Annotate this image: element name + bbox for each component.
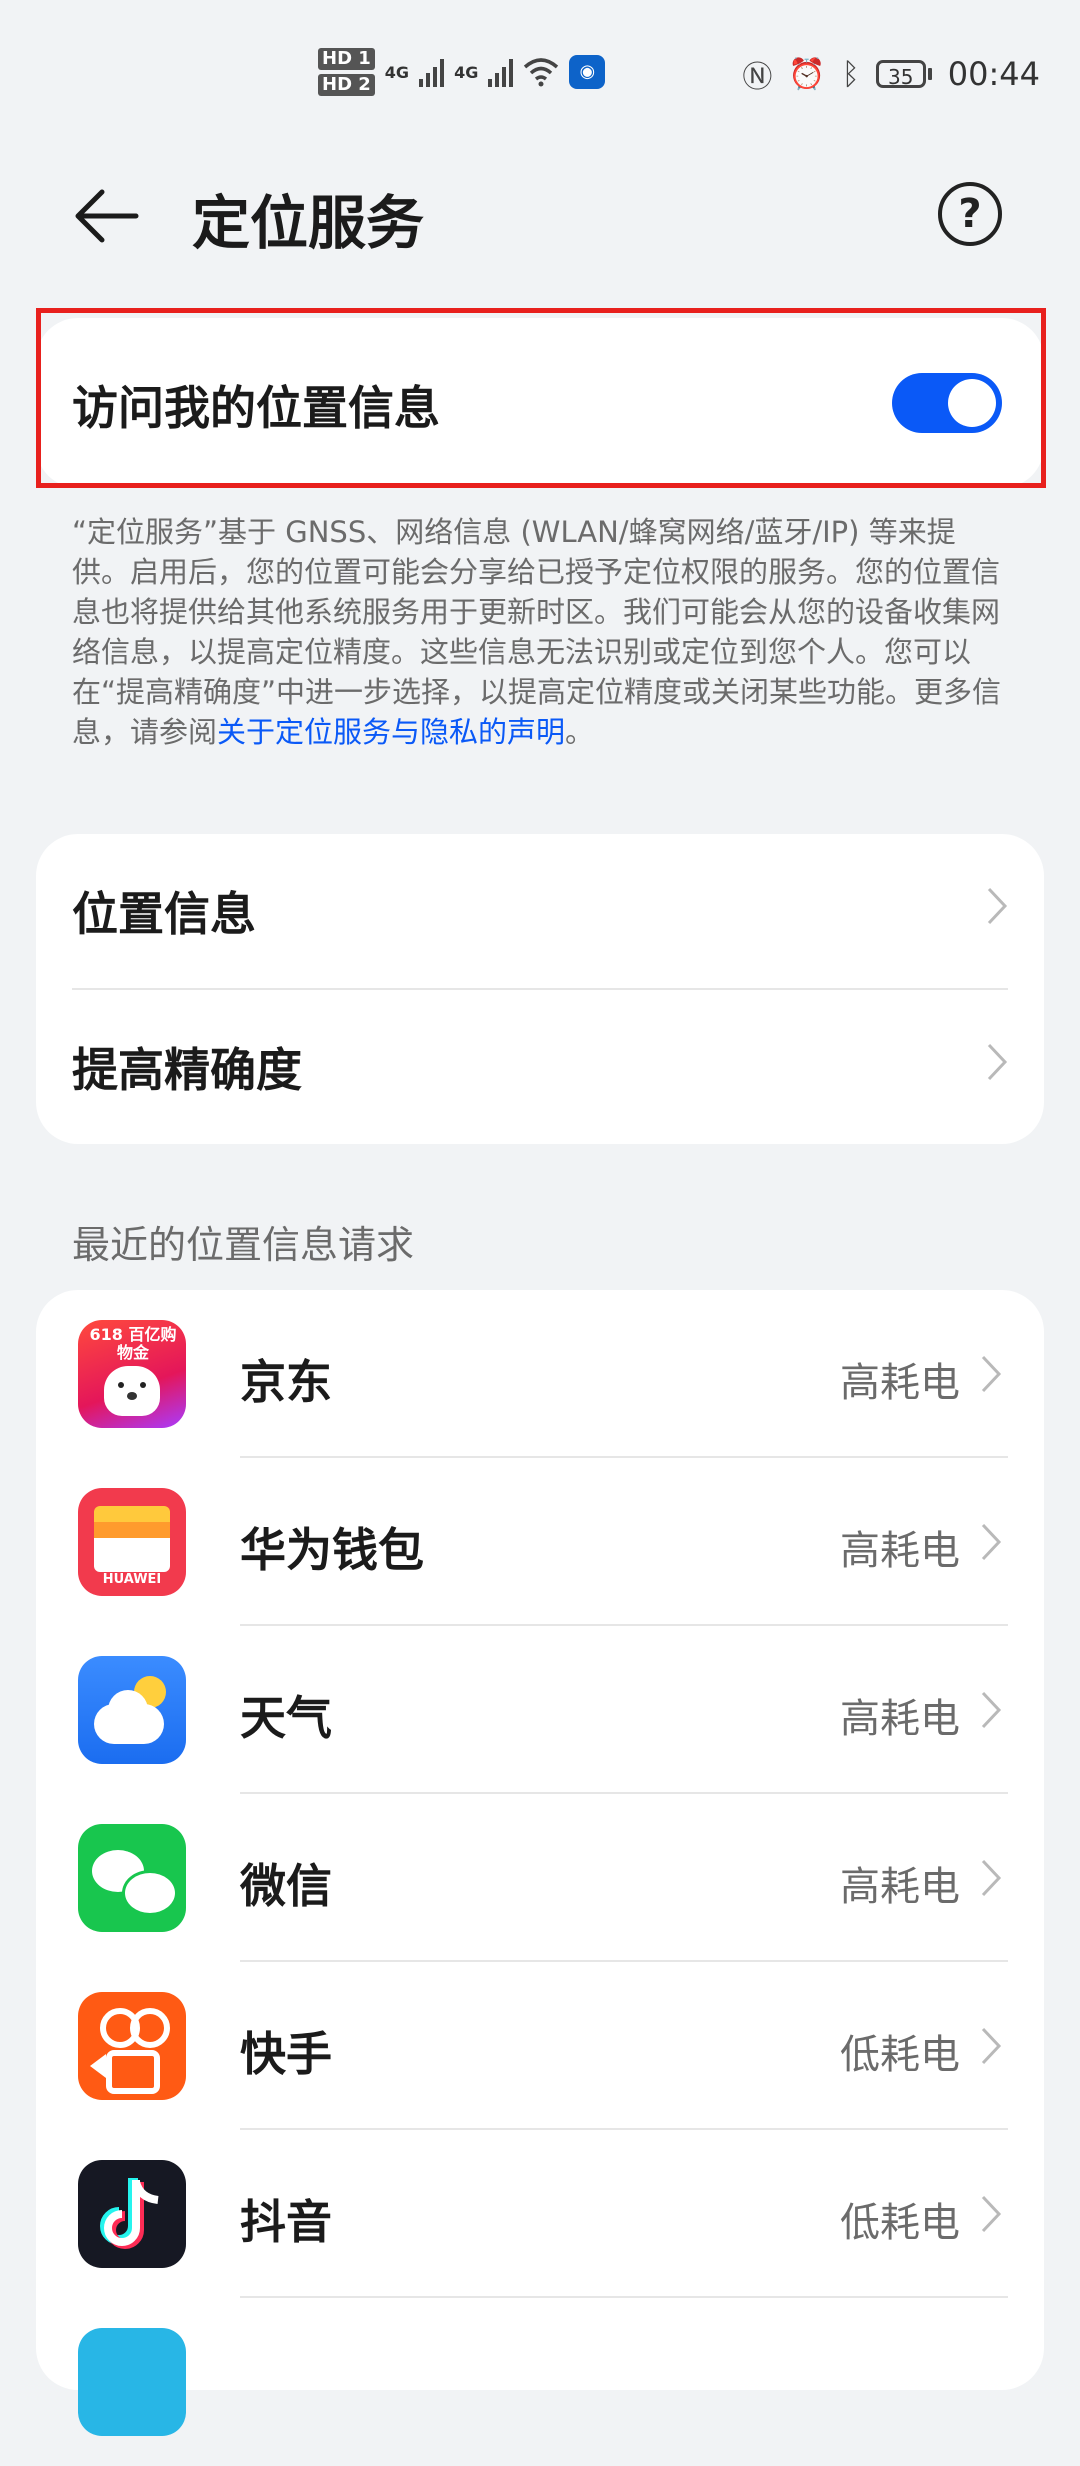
list-item[interactable]: 微信 高耗电 (36, 1794, 1044, 1962)
partial-app-icon (78, 2328, 186, 2436)
status-bar-left: HD 1 HD 2 4G 4G ◉ (318, 48, 606, 96)
chevron-right-icon (981, 2027, 1002, 2065)
chevron-right-icon (987, 1043, 1008, 1081)
power-usage: 低耗电 (840, 2200, 960, 2246)
signal-2-icon (488, 57, 514, 87)
alarm-icon: ⏰ (788, 56, 826, 92)
chevron-right-icon (981, 2195, 1002, 2233)
weather-icon (78, 1656, 186, 1764)
chevron-right-icon (987, 887, 1008, 925)
hd-indicators: HD 1 HD 2 (318, 48, 375, 96)
douyin-icon (78, 2160, 186, 2268)
help-icon[interactable]: ? (938, 182, 1002, 246)
chevron-right-icon (981, 1355, 1002, 1393)
list-item[interactable]: 快手 低耗电 (36, 1962, 1044, 2130)
kuaishou-icon (78, 1992, 186, 2100)
improve-accuracy-label: 提高精确度 (72, 1043, 302, 1097)
jd-icon: 618 百亿购物金 (78, 1320, 186, 1428)
huawei-wallet-icon: HUAWEI (78, 1488, 186, 1596)
location-description: “定位服务”基于 GNSS、网络信息 (WLAN/蜂窝网络/蓝牙/IP) 等来提… (72, 512, 1012, 752)
signal-1-icon (419, 57, 445, 87)
recent-requests-title: 最近的位置信息请求 (72, 1223, 415, 1267)
notification-app-icon: ◉ (569, 55, 606, 89)
hd1-badge: HD 1 (318, 48, 375, 70)
app-name: 抖音 (240, 2195, 332, 2249)
network-type-2: 4G (454, 62, 479, 82)
highlight-frame (36, 308, 1046, 488)
location-info-row[interactable]: 位置信息 (72, 834, 1008, 978)
app-name: 天气 (240, 1691, 332, 1745)
page-title: 定位服务 (192, 189, 425, 257)
app-name: 京东 (240, 1355, 332, 1409)
network-type-1: 4G (384, 62, 410, 82)
battery-icon: 35 (875, 60, 932, 89)
battery-level: 35 (875, 60, 926, 89)
description-suffix: 。 (565, 715, 595, 749)
hd2-badge: HD 2 (318, 74, 375, 96)
power-usage: 高耗电 (840, 1864, 960, 1910)
status-bar: HD 1 HD 2 4G 4G ◉ Ⓝ ⏰ ᛒ 35 00:44 (0, 0, 1080, 150)
list-item-partial[interactable] (36, 2298, 1044, 2466)
list-item[interactable]: HUAWEI 华为钱包 高耗电 (36, 1458, 1044, 1626)
location-info-label: 位置信息 (72, 887, 256, 941)
list-item[interactable]: 618 百亿购物金 京东 高耗电 (36, 1290, 1044, 1458)
wallet-icon-text: HUAWEI (102, 1572, 162, 1587)
power-usage: 高耗电 (840, 1528, 960, 1574)
power-usage: 低耗电 (840, 2032, 960, 2078)
improve-accuracy-row[interactable]: 提高精确度 (72, 990, 1008, 1134)
list-item[interactable]: 天气 高耗电 (36, 1626, 1044, 1794)
location-settings-card: 位置信息 提高精确度 (36, 834, 1044, 1144)
back-arrow-icon[interactable] (72, 180, 144, 252)
jd-icon-text: 618 百亿购物金 (89, 1325, 177, 1362)
app-name: 微信 (240, 1859, 332, 1913)
description-text: “定位服务”基于 GNSS、网络信息 (WLAN/蜂窝网络/蓝牙/IP) 等来提… (72, 515, 1002, 749)
bluetooth-icon: ᛒ (841, 56, 860, 92)
privacy-statement-link[interactable]: 关于定位服务与隐私的声明 (217, 715, 565, 749)
list-item[interactable]: 抖音 低耗电 (36, 2130, 1044, 2298)
power-usage: 高耗电 (840, 1360, 960, 1406)
app-name: 华为钱包 (240, 1523, 424, 1577)
power-usage: 高耗电 (840, 1696, 960, 1742)
status-bar-right: Ⓝ ⏰ ᛒ 35 00:44 (742, 52, 1040, 96)
app-name: 快手 (240, 2027, 332, 2081)
nfc-icon: Ⓝ (742, 60, 773, 95)
recent-requests-list: 618 百亿购物金 京东 高耗电 HUAWEI 华为钱包 高耗电 天气 高耗电 (36, 1290, 1044, 2436)
chevron-right-icon (981, 1859, 1002, 1897)
chevron-right-icon (981, 1523, 1002, 1561)
wifi-icon (524, 58, 559, 87)
chevron-right-icon (981, 1691, 1002, 1729)
wechat-icon (78, 1824, 186, 1932)
clock: 00:44 (947, 55, 1040, 93)
